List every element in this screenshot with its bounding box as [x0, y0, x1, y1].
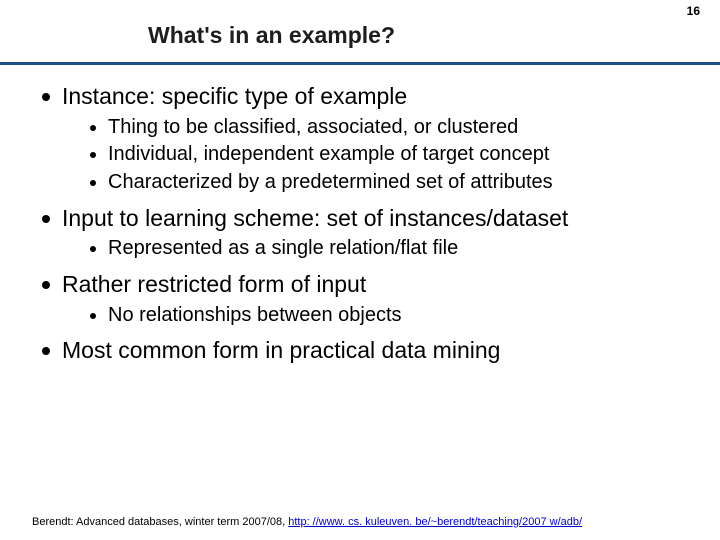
list-item: Individual, independent example of targe… [88, 142, 690, 168]
bullet-text: Individual, independent example of targe… [108, 143, 549, 165]
slide-body: Instance: specific type of example Thing… [38, 82, 690, 369]
sub-list: Represented as a single relation/flat fi… [62, 236, 690, 262]
page-number: 16 [687, 4, 700, 18]
bullet-text: Represented as a single relation/flat fi… [108, 237, 458, 259]
sub-list: Thing to be classified, associated, or c… [62, 115, 690, 196]
footer-link[interactable]: http: //www. cs. kuleuven. be/~berendt/t… [288, 516, 582, 528]
slide-header: What's in an example? 16 [0, 0, 720, 65]
bullet-text: Rather restricted form of input [62, 271, 366, 297]
bullet-text: Thing to be classified, associated, or c… [108, 116, 518, 138]
bullet-text: No relationships between objects [108, 304, 402, 326]
bullet-text: Most common form in practical data minin… [62, 337, 500, 363]
list-item: Thing to be classified, associated, or c… [88, 115, 690, 141]
list-item: Instance: specific type of example Thing… [38, 82, 690, 196]
footer-text: Berendt: Advanced databases, winter term… [32, 516, 288, 528]
slide-footer: Berendt: Advanced databases, winter term… [32, 516, 582, 528]
bullet-list: Instance: specific type of example Thing… [38, 82, 690, 365]
list-item: Characterized by a predetermined set of … [88, 170, 690, 196]
slide: What's in an example? 16 Instance: speci… [0, 0, 720, 540]
list-item: Represented as a single relation/flat fi… [88, 236, 690, 262]
list-item: No relationships between objects [88, 303, 690, 329]
list-item: Input to learning scheme: set of instanc… [38, 204, 690, 262]
sub-list: No relationships between objects [62, 303, 690, 329]
bullet-text: Input to learning scheme: set of instanc… [62, 205, 568, 231]
list-item: Most common form in practical data minin… [38, 336, 690, 365]
bullet-text: Instance: specific type of example [62, 83, 407, 109]
bullet-text: Characterized by a predetermined set of … [108, 171, 553, 193]
list-item: Rather restricted form of input No relat… [38, 270, 690, 328]
slide-title: What's in an example? [148, 22, 395, 49]
